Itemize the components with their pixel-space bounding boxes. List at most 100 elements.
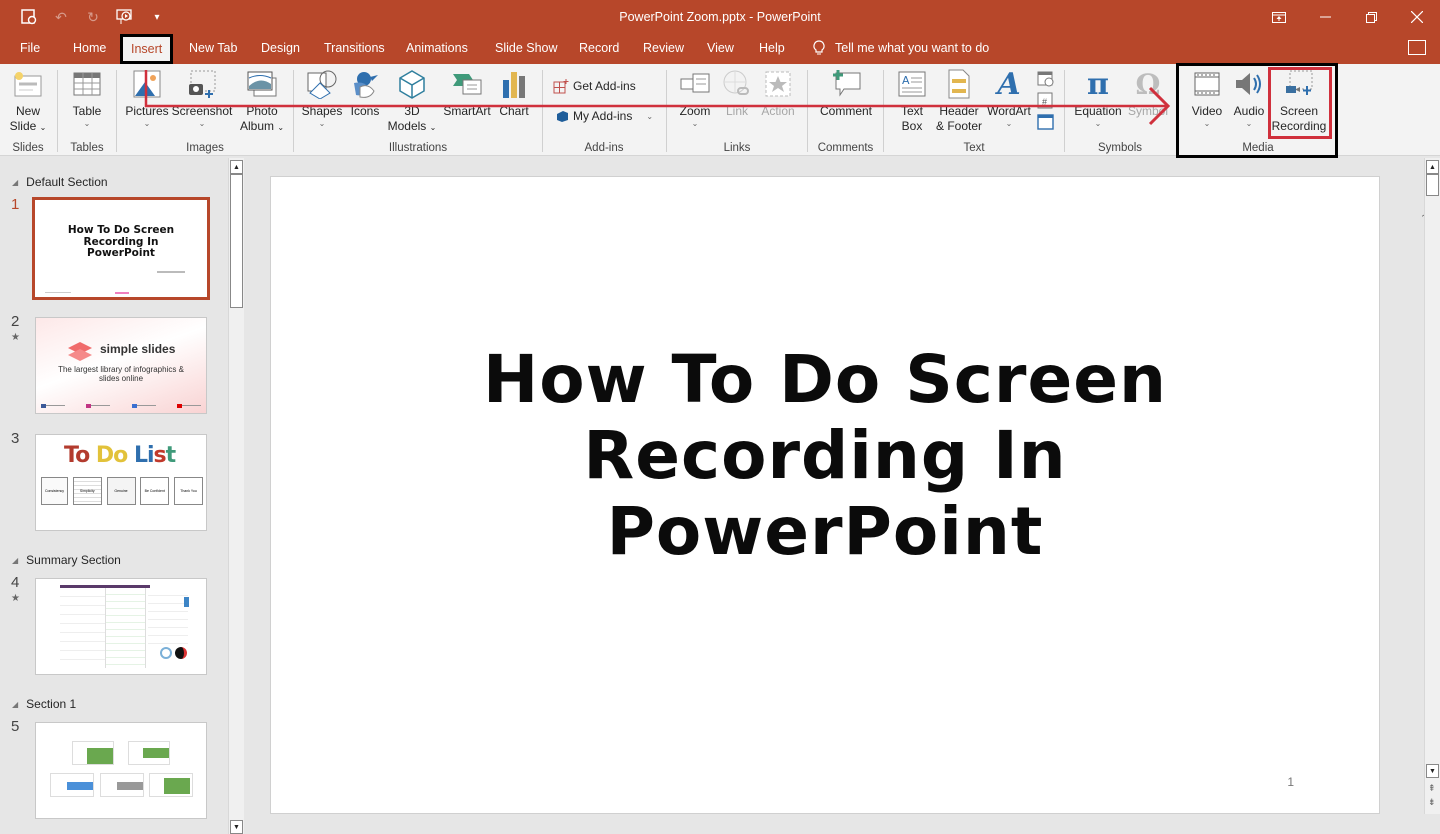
scroll-down-button[interactable]: ▼ (1426, 764, 1439, 778)
slide-thumbnail-2[interactable]: simple slides The largest library of inf… (35, 317, 207, 414)
editor-scrollbar[interactable]: ▲ ▼ ⇞ ⇟ (1424, 158, 1440, 814)
previous-slide-icon[interactable]: ⇞ (1428, 782, 1436, 794)
scroll-up-button[interactable]: ▲ (230, 160, 243, 174)
collapse-triangle-icon[interactable]: ◢ (12, 700, 18, 709)
tab-help[interactable]: Help (759, 41, 785, 55)
get-addins-button[interactable]: Get Add-ins (553, 78, 636, 94)
section-header-summary[interactable]: ◢ Summary Section (12, 553, 121, 567)
tab-insert[interactable]: Insert (120, 34, 174, 64)
shapes-button[interactable]: Shapes ⌄ (300, 68, 344, 129)
slide-thumbnail-5[interactable] (35, 722, 207, 819)
comment-icon (830, 68, 862, 100)
slide-thumbnail-panel: ◢ Default Section 1 How To Do Screen Reco… (0, 158, 246, 834)
pictures-button[interactable]: Pictures ⌄ (125, 68, 169, 129)
text-box-button[interactable]: A Text Box (894, 68, 930, 134)
ribbon-display-options-button[interactable] (1256, 0, 1302, 34)
tab-animations[interactable]: Animations (406, 41, 468, 55)
tab-slide-show[interactable]: Slide Show (495, 41, 558, 55)
next-slide-icon[interactable]: ⇟ (1428, 796, 1436, 808)
equation-icon: π (1087, 66, 1109, 102)
svg-text:A: A (902, 74, 910, 87)
thumb-cards: Consistency Simplicity Genuine Be Confid… (41, 477, 203, 505)
group-label-text: Text (963, 142, 985, 154)
tab-file[interactable]: File (20, 41, 40, 55)
slide-thumbnail-4[interactable] (35, 578, 207, 675)
collapse-triangle-icon[interactable]: ◢ (12, 178, 18, 187)
chart-button[interactable]: Chart (494, 68, 534, 119)
window-title: PowerPoint Zoom.pptx - PowerPoint (619, 10, 821, 24)
tab-transitions[interactable]: Transitions (324, 41, 385, 55)
slide-number-icon[interactable]: # (1037, 92, 1055, 110)
link-button[interactable]: Link (719, 68, 755, 119)
thumb-zoom-card (128, 741, 170, 765)
group-links: Zoom ⌄ Link Action Links (667, 64, 807, 156)
restore-button[interactable] (1348, 0, 1394, 34)
slide-title[interactable]: How To Do Screen Recording In PowerPoint (271, 342, 1379, 570)
thumb-zoom-card (50, 773, 94, 797)
group-label-links: Links (723, 142, 751, 154)
group-text: A Text Box Header & Footer A WordArt ⌄ # Te… (884, 64, 1064, 156)
slide-number: 1 (11, 196, 20, 213)
equation-button[interactable]: π Equation ⌄ (1071, 68, 1125, 129)
symbol-button[interactable]: Ω Symbol (1125, 68, 1171, 119)
scroll-thumb[interactable] (1426, 174, 1439, 196)
tell-me-search[interactable]: Tell me what you want to do (813, 40, 989, 56)
thumb-footer-link (115, 292, 129, 294)
tab-home[interactable]: Home (73, 41, 106, 55)
header-footer-button[interactable]: Header & Footer (932, 68, 986, 134)
my-addins-icon (557, 111, 568, 122)
slide-number: 5 (11, 718, 20, 735)
zoom-icon (679, 68, 711, 100)
action-icon (762, 68, 794, 100)
new-slide-button[interactable]: New Slide ⌄ (8, 68, 48, 135)
close-button[interactable] (1394, 0, 1440, 34)
tab-record[interactable]: Record (579, 41, 619, 55)
thumb-zoom-card (72, 741, 114, 765)
smartart-icon (451, 68, 483, 100)
animation-star-icon: ★ (11, 593, 20, 604)
screenshot-icon (186, 68, 218, 100)
minimize-button[interactable] (1302, 0, 1348, 34)
photo-album-button[interactable]: Photo Album ⌄ (237, 68, 287, 135)
pictures-icon (131, 68, 163, 100)
comment-button[interactable]: Comment (816, 68, 876, 119)
tab-view[interactable]: View (707, 41, 734, 55)
comments-pane-icon[interactable] (1408, 40, 1426, 55)
thumb-subtitle: The largest library of infographics & sl… (58, 365, 184, 383)
date-time-icon[interactable] (1037, 70, 1055, 88)
section-header-section-1[interactable]: ◢ Section 1 (12, 697, 76, 711)
current-slide[interactable]: How To Do Screen Recording In PowerPoint… (270, 176, 1380, 814)
slide-thumbnail-1[interactable]: How To Do Screen Recording In PowerPoint (32, 197, 210, 300)
tab-review[interactable]: Review (643, 41, 684, 55)
thumb-screenshot-right (148, 588, 188, 648)
scroll-up-button[interactable]: ▲ (1426, 160, 1439, 174)
screenshot-button[interactable]: Screenshot ⌄ (171, 68, 233, 129)
3d-models-button[interactable]: 3D Models ⌄ (386, 68, 438, 135)
thumb-footer-text (45, 292, 71, 293)
group-label-addins: Add-ins (584, 142, 624, 154)
wordart-icon: A (997, 66, 1021, 102)
scroll-down-button[interactable]: ▼ (230, 820, 243, 834)
slide-thumbnail-3[interactable]: To Do List Consistency Simplicity Genuin… (35, 434, 207, 531)
table-button[interactable]: Table ⌄ (68, 68, 106, 129)
slide-panel-scrollbar[interactable]: ▲ ▼ (228, 158, 244, 834)
collapse-triangle-icon[interactable]: ◢ (12, 556, 18, 565)
group-comments: Comment Comments (808, 64, 883, 156)
section-header-default[interactable]: ◢ Default Section (12, 175, 108, 189)
zoom-button[interactable]: Zoom ⌄ (673, 68, 717, 129)
tab-design[interactable]: Design (261, 41, 300, 55)
thumb-title: How To Do Screen Recording In PowerPoint (67, 224, 175, 259)
tab-new-tab[interactable]: New Tab (189, 41, 237, 55)
thumb-zoom-card (100, 773, 144, 797)
wordart-button[interactable]: A WordArt ⌄ (986, 68, 1032, 129)
scroll-thumb[interactable] (230, 174, 243, 308)
icons-button[interactable]: Icons (346, 68, 384, 119)
thumb-record-dot (175, 647, 187, 659)
my-addins-button[interactable]: My Add-ins ⌄ (555, 109, 653, 123)
object-icon[interactable] (1037, 114, 1055, 132)
chart-icon (498, 68, 530, 100)
slide-editor: How To Do Screen Recording In PowerPoint… (246, 158, 1440, 834)
smartart-button[interactable]: SmartArt (440, 68, 494, 119)
action-button[interactable]: Action (757, 68, 799, 119)
group-images: Pictures ⌄ Screenshot ⌄ Photo Album ⌄ Image… (117, 64, 293, 156)
